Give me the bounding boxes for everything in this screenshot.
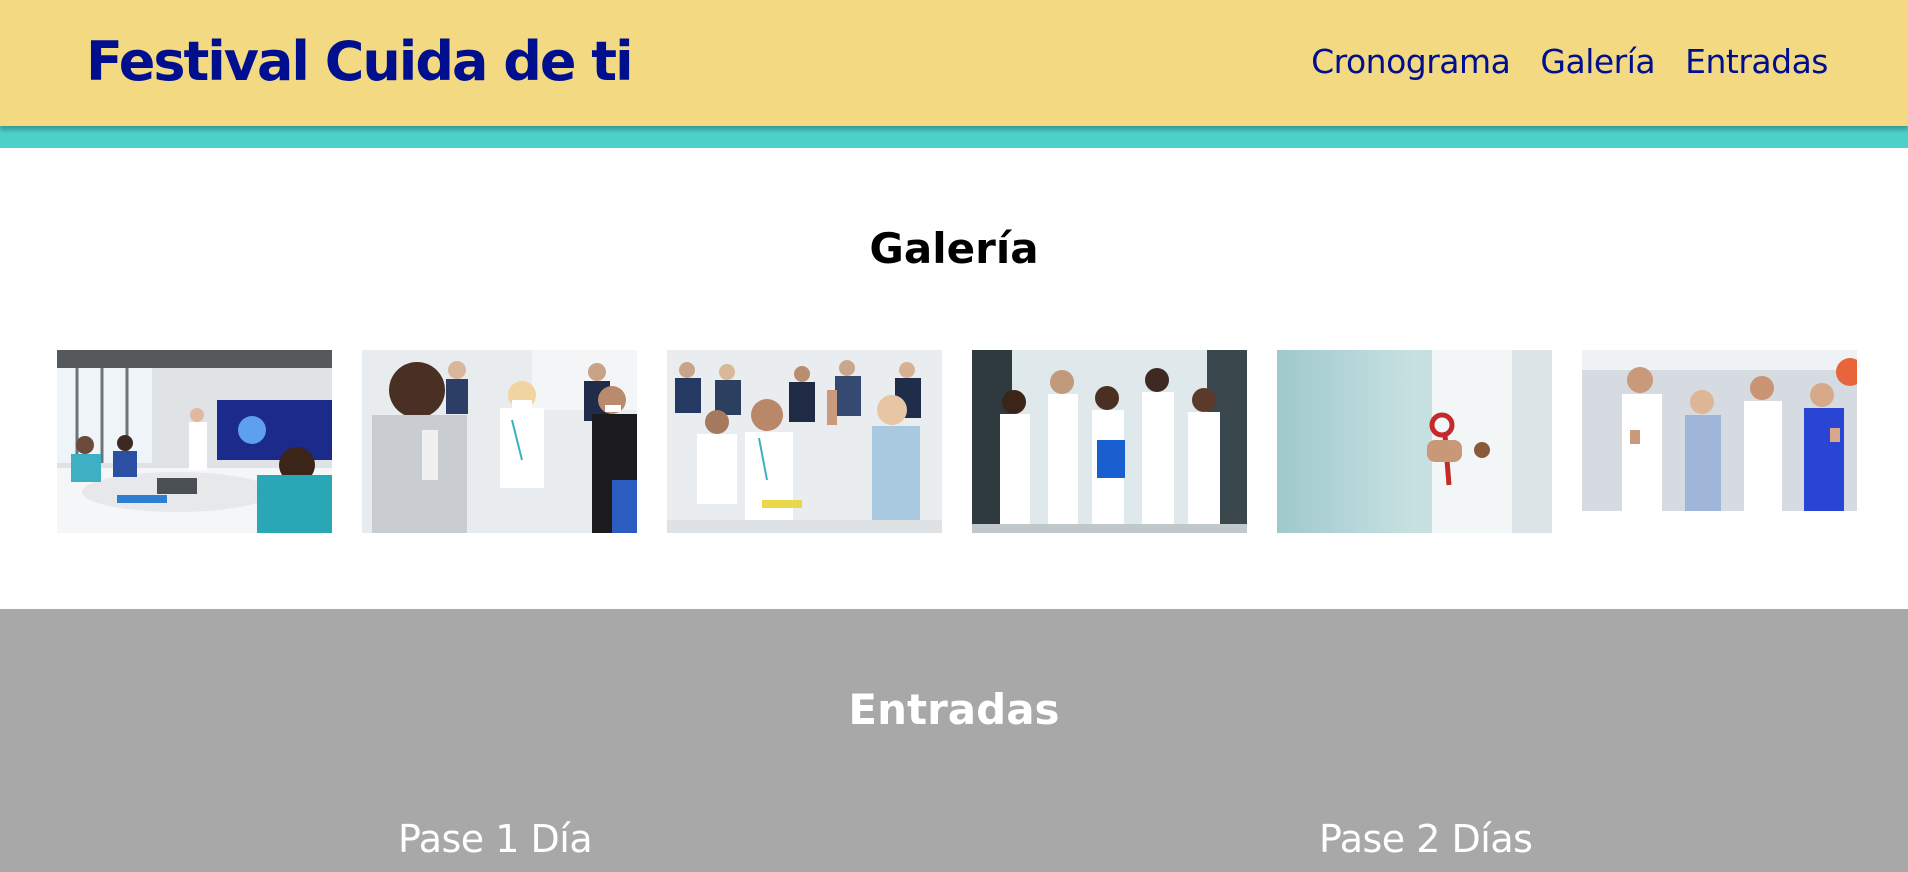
header-accent-stripe: [0, 126, 1908, 148]
nav-link-cronograma[interactable]: Cronograma: [1311, 40, 1511, 84]
tickets-section: Entradas Pase 1 Día Pase 2 Días: [0, 609, 1908, 872]
gallery-photo-team-hallway[interactable]: [972, 350, 1247, 533]
nav-link-entradas[interactable]: Entradas: [1685, 40, 1828, 84]
pass-one-day-title: Pase 1 Día: [398, 817, 593, 861]
site-header: Festival Cuida de ti Cronograma Galería …: [0, 0, 1908, 126]
gallery-photo-meeting-room[interactable]: [57, 350, 332, 533]
gallery-photo-stethoscope[interactable]: [1277, 350, 1552, 533]
main-nav: Cronograma Galería Entradas: [1311, 40, 1828, 84]
gallery-heading: Galería: [869, 224, 1039, 273]
gallery-photo-thumbs-up[interactable]: [1582, 350, 1857, 511]
tickets-heading: Entradas: [848, 685, 1060, 734]
site-logo-title[interactable]: Festival Cuida de ti: [86, 30, 634, 94]
gallery-photo-raised-hand[interactable]: [667, 350, 942, 533]
pass-two-days-title: Pase 2 Días: [1319, 817, 1533, 861]
nav-link-galeria[interactable]: Galería: [1540, 40, 1655, 84]
gallery-row: [57, 350, 1857, 534]
gallery-photo-seminar-masks[interactable]: [362, 350, 637, 533]
